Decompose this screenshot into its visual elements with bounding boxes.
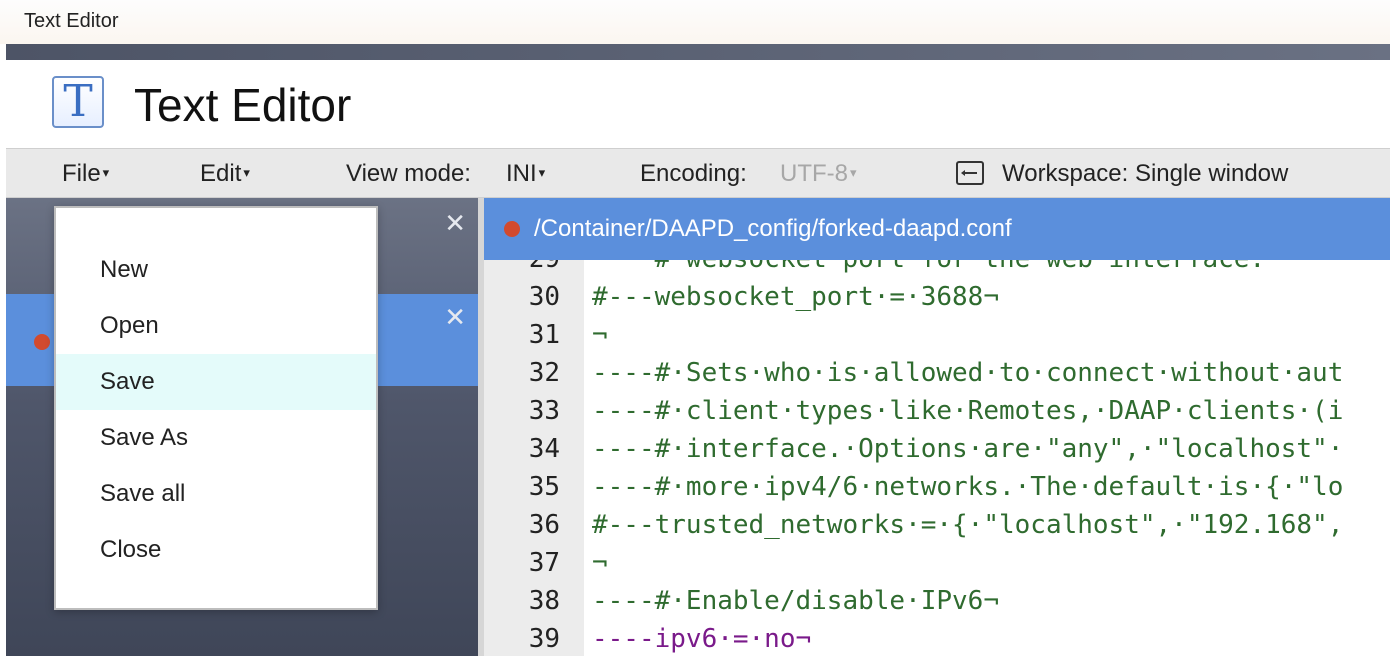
- close-icon[interactable]: ✕: [444, 302, 466, 333]
- menubar: File ▾ Edit ▾ View mode: INI ▾ Encoding: UT…: [6, 148, 1390, 198]
- workspace-selector[interactable]: Workspace: Single window: [1002, 160, 1288, 188]
- code-line[interactable]: 33 ----#·client·types·like·Remotes,·DAAP·…: [484, 392, 1390, 430]
- menu-item-save-all[interactable]: Save all: [56, 466, 376, 522]
- line-text: ----#·client·types·like·Remotes,·DAAP·cl…: [592, 396, 1344, 426]
- chevron-down-icon: ▾: [102, 165, 110, 180]
- encoding-select[interactable]: UTF-8 ▾: [780, 160, 857, 188]
- chevron-down-icon: ▾: [850, 165, 857, 180]
- workspace-icon[interactable]: [956, 161, 984, 185]
- line-text: ----#·Enable/disable·IPv6¬: [592, 586, 999, 616]
- line-text: ¬: [592, 548, 608, 578]
- view-mode-select[interactable]: INI ▾: [506, 160, 545, 188]
- edit-menu[interactable]: Edit ▾: [200, 160, 250, 188]
- menu-item-save[interactable]: Save: [56, 354, 376, 410]
- line-text: ¬: [592, 320, 608, 350]
- code-line[interactable]: 34 ----#·interface.·Options·are·"any",·"l…: [484, 430, 1390, 468]
- app-header: T Text Editor: [6, 60, 1390, 148]
- unsaved-indicator-icon: [504, 221, 520, 237]
- editor-pane: /Container/DAAPD_config/forked-daapd.con…: [484, 198, 1390, 656]
- line-number: 39: [528, 624, 560, 654]
- menu-item-new[interactable]: New: [56, 242, 376, 298]
- chevron-down-icon: ▾: [243, 165, 250, 180]
- os-window-title: Text Editor: [24, 10, 119, 32]
- line-number: 35: [528, 472, 560, 502]
- encoding-label: Encoding:: [640, 160, 747, 187]
- line-number: 34: [528, 434, 560, 464]
- line-text: ----#·more·ipv4/6·networks.·The·default·…: [592, 472, 1344, 502]
- line-text: #---trusted_networks·=·{·"localhost",·"1…: [592, 510, 1344, 540]
- editor-tab[interactable]: /Container/DAAPD_config/forked-daapd.con…: [484, 198, 1390, 260]
- code-line[interactable]: 30 #---websocket_port·=·3688¬: [484, 278, 1390, 316]
- code-line[interactable]: 36 #---trusted_networks·=·{·"localhost",·…: [484, 506, 1390, 544]
- line-number: 30: [528, 282, 560, 312]
- menu-item-open[interactable]: Open: [56, 298, 376, 354]
- file-dropdown-menu: New Open Save Save As Save all Close: [54, 206, 378, 610]
- line-number: 38: [528, 586, 560, 616]
- file-menu[interactable]: File ▾: [62, 160, 109, 188]
- line-text: ····#·websocket·port·for·the·web·interfa…: [592, 260, 1281, 278]
- line-number: 37: [528, 548, 560, 578]
- code-line[interactable]: 31 ¬: [484, 316, 1390, 354]
- text-editor-logo-icon: T: [52, 76, 104, 128]
- line-text: ----ipv6·=·no¬: [592, 624, 812, 654]
- line-number: 36: [528, 510, 560, 540]
- line-text: #---websocket_port·=·3688¬: [592, 282, 999, 312]
- view-mode-label: View mode:: [346, 160, 471, 187]
- line-number: 32: [528, 358, 560, 388]
- line-number: 31: [528, 320, 560, 350]
- code-line[interactable]: 39 ----ipv6·=·no¬: [484, 620, 1390, 656]
- app-title: Text Editor: [134, 79, 352, 131]
- window-frame-bar: [6, 44, 1390, 60]
- line-text: ----#·interface.·Options·are·"any",·"loc…: [592, 434, 1344, 464]
- code-line[interactable]: 32 ----#·Sets·who·is·allowed·to·connect·w…: [484, 354, 1390, 392]
- code-line[interactable]: 38 ----#·Enable/disable·IPv6¬: [484, 582, 1390, 620]
- code-line[interactable]: 37 ¬: [484, 544, 1390, 582]
- line-number: 33: [528, 396, 560, 426]
- code-line[interactable]: 29 ····#·websocket·port·for·the·web·inter…: [484, 260, 1390, 278]
- chevron-down-icon: ▾: [538, 165, 546, 180]
- menu-item-close[interactable]: Close: [56, 522, 376, 578]
- unsaved-indicator-icon: [34, 334, 50, 350]
- line-number: 29: [484, 260, 560, 278]
- code-area[interactable]: 29 ····#·websocket·port·for·the·web·inter…: [484, 260, 1390, 656]
- menu-item-save-as[interactable]: Save As: [56, 410, 376, 466]
- line-text: ----#·Sets·who·is·allowed·to·connect·wit…: [592, 358, 1344, 388]
- os-window-titlebar: Text Editor: [0, 0, 1390, 44]
- file-path: /Container/DAAPD_config/forked-daapd.con…: [534, 215, 1012, 242]
- code-line[interactable]: 35 ----#·more·ipv4/6·networks.·The·defaul…: [484, 468, 1390, 506]
- close-icon[interactable]: ✕: [444, 208, 466, 239]
